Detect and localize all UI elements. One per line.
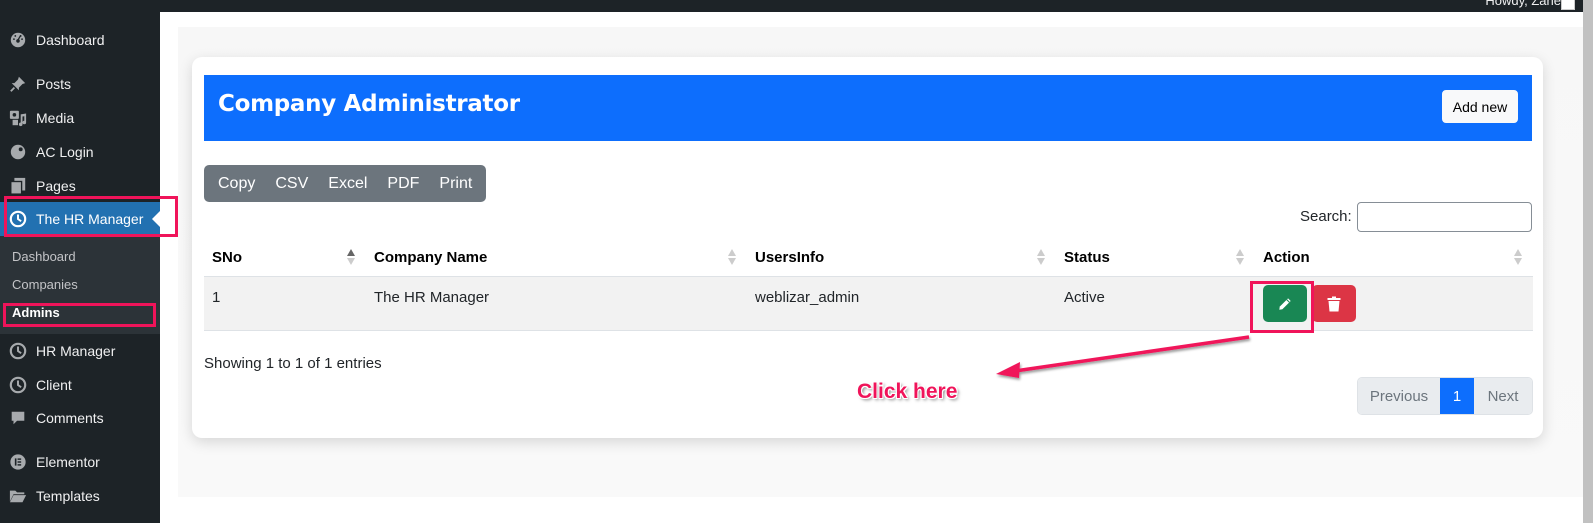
pdf-button[interactable]: PDF (378, 165, 428, 202)
submenu-item-dashboard[interactable]: Dashboard (12, 249, 76, 264)
edit-button[interactable] (1263, 285, 1307, 322)
print-button[interactable]: Print (430, 165, 481, 202)
admins-table: SNo Company Name UsersInfo Status Action… (204, 241, 1533, 331)
sidebar-item-comments[interactable]: Comments (0, 401, 160, 435)
pages-icon (8, 176, 28, 196)
elementor-icon (8, 452, 28, 472)
clock-icon (8, 375, 28, 395)
pagination: Previous 1 Next (1357, 377, 1533, 415)
table-info: Showing 1 to 1 of 1 entries (204, 355, 382, 372)
admin-sidebar: Dashboard Posts Media AC Login Pages The… (0, 0, 160, 523)
submenu-item-companies[interactable]: Companies (12, 277, 78, 292)
sort-icon[interactable] (1037, 249, 1045, 267)
sidebar-item-label: HR Manager (36, 343, 116, 359)
sidebar-item-label: Dashboard (36, 32, 105, 48)
submenu-item-admins[interactable]: Admins (12, 305, 60, 320)
clock-icon (8, 341, 28, 361)
sidebar-item-label: Media (36, 110, 75, 126)
sort-icon[interactable] (1236, 249, 1244, 267)
card-header: Company Administrator Add new (204, 75, 1532, 141)
export-button-group: Copy CSV Excel PDF Print (204, 165, 487, 202)
search-label: Search: (1300, 208, 1352, 225)
sidebar-item-templates[interactable]: Templates (0, 479, 160, 513)
sidebar-item-the-hr-manager[interactable]: The HR Manager (0, 202, 160, 236)
admin-bar: Howdy, Zane (0, 0, 1583, 12)
pagination-next[interactable]: Next (1474, 378, 1532, 414)
palette-icon (8, 142, 28, 162)
csv-button[interactable]: CSV (266, 165, 317, 202)
sidebar-item-client[interactable]: Client (0, 368, 160, 402)
sort-asc-icon[interactable] (347, 249, 355, 267)
sidebar-item-label: Client (36, 377, 72, 393)
sidebar-item-media[interactable]: Media (0, 101, 160, 135)
sidebar-item-label: Elementor (36, 454, 100, 470)
copy-button[interactable]: Copy (209, 165, 264, 202)
sidebar-item-label: Pages (36, 178, 76, 194)
sidebar-item-hr-manager[interactable]: HR Manager (0, 334, 160, 368)
table-row: 1 The HR Manager weblizar_admin Active (204, 277, 1533, 331)
sidebar-item-pages[interactable]: Pages (0, 169, 160, 203)
sort-icon[interactable] (728, 249, 736, 267)
pagination-previous[interactable]: Previous (1358, 378, 1440, 414)
trash-icon (1327, 296, 1341, 311)
sidebar-item-label: AC Login (36, 144, 94, 160)
column-header-company-name[interactable]: Company Name (374, 249, 487, 266)
folder-icon (8, 486, 28, 506)
sidebar-item-label: Templates (36, 488, 100, 504)
media-icon (8, 108, 28, 128)
pagination-page-1[interactable]: 1 (1440, 378, 1474, 414)
sidebar-item-label: Comments (36, 410, 104, 426)
column-header-status[interactable]: Status (1064, 249, 1110, 266)
sidebar-item-label: The HR Manager (36, 211, 144, 227)
page-title: Company Administrator (218, 91, 520, 117)
column-header-sno[interactable]: SNo (212, 249, 242, 266)
cell-status: Active (1064, 289, 1105, 306)
sidebar-item-dashboard[interactable]: Dashboard (0, 23, 160, 57)
excel-button[interactable]: Excel (319, 165, 376, 202)
click-here-annotation: Click here (857, 380, 958, 403)
submenu: Dashboard Companies Admins (0, 236, 160, 334)
dashboard-icon (8, 30, 28, 50)
howdy-greeting[interactable]: Howdy, Zane (1485, 0, 1561, 8)
sidebar-item-elementor[interactable]: Elementor (0, 445, 160, 479)
cell-sno: 1 (212, 289, 221, 306)
edit-icon (1279, 297, 1291, 310)
column-header-usersinfo[interactable]: UsersInfo (755, 249, 824, 266)
page-scrollbar[interactable] (1583, 0, 1593, 523)
sidebar-item-posts[interactable]: Posts (0, 67, 160, 101)
delete-button[interactable] (1312, 285, 1356, 322)
user-avatar[interactable] (1561, 0, 1575, 10)
cell-company-name: The HR Manager (374, 289, 490, 306)
table-header: SNo Company Name UsersInfo Status Action (204, 241, 1533, 277)
active-indicator (152, 211, 160, 227)
sidebar-item-ac-login[interactable]: AC Login (0, 135, 160, 169)
sidebar-item-label: Posts (36, 76, 72, 92)
column-header-action[interactable]: Action (1263, 249, 1310, 266)
pin-icon (8, 74, 28, 94)
add-new-button[interactable]: Add new (1442, 90, 1518, 123)
search-input[interactable] (1357, 202, 1532, 232)
cell-users-info: weblizar_admin (755, 289, 860, 306)
comment-icon (8, 408, 28, 428)
clock-icon (8, 209, 28, 229)
sort-icon[interactable] (1514, 249, 1522, 267)
